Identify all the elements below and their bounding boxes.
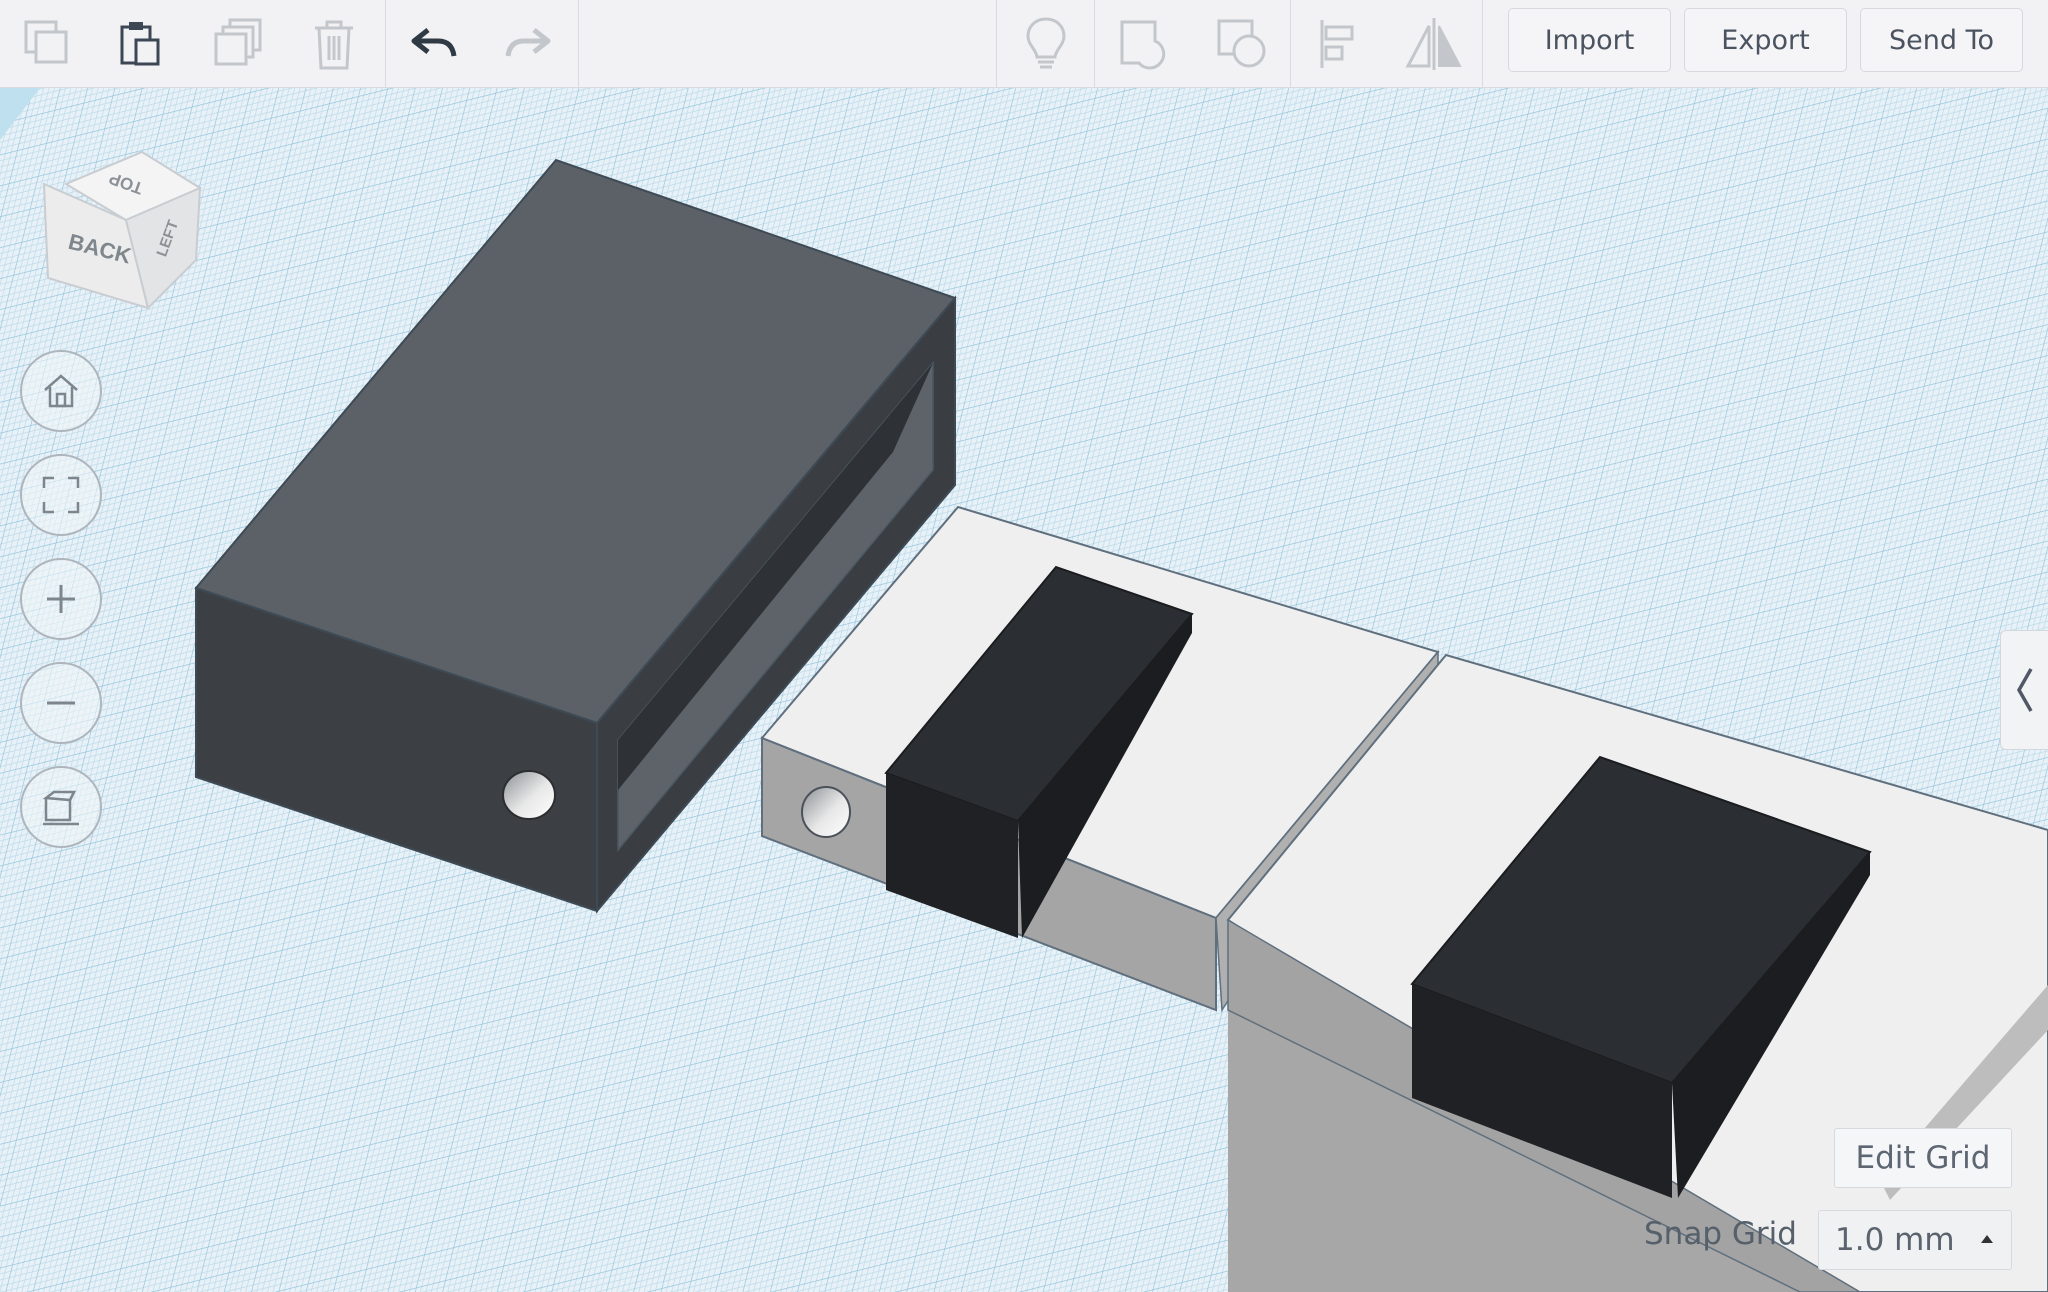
notes-button[interactable]	[1008, 6, 1084, 82]
paste-button[interactable]	[102, 6, 178, 82]
panel-toggle-button[interactable]	[2000, 630, 2048, 750]
redo-icon	[505, 28, 551, 57]
zoom-in-button[interactable]	[20, 558, 102, 640]
send-to-button[interactable]: Send To	[1860, 8, 2023, 72]
toolbar-divider	[1482, 0, 1483, 88]
toolbar-divider	[996, 0, 997, 88]
edit-grid-button[interactable]: Edit Grid	[1834, 1128, 2012, 1188]
fit-view-button[interactable]	[20, 454, 102, 536]
trash-icon	[315, 20, 353, 70]
caret-up-icon	[1981, 1235, 1993, 1243]
workplane-canvas[interactable]	[0, 88, 2048, 1292]
zoom-out-button[interactable]	[20, 662, 102, 744]
ungroup-button[interactable]	[1204, 6, 1280, 82]
toolbar-divider	[1094, 0, 1095, 88]
redo-button[interactable]	[490, 6, 566, 82]
zoom-out-icon	[47, 701, 75, 705]
fit-view-icon	[42, 476, 80, 514]
toolbar-divider	[578, 0, 579, 88]
mirror-icon	[1405, 18, 1462, 70]
undo-button[interactable]	[396, 6, 472, 82]
group-button[interactable]	[1106, 6, 1182, 82]
import-button[interactable]: Import	[1508, 8, 1671, 72]
paste-icon	[120, 22, 160, 66]
tinkercad-editor: Import Export Send To TOP BACK LEFT Edit…	[0, 0, 2048, 1292]
duplicate-icon	[214, 18, 262, 66]
snap-grid-label: Snap Grid	[1644, 1216, 1797, 1252]
undo-icon	[411, 28, 457, 57]
delete-button[interactable]	[296, 6, 372, 82]
toolbar-divider	[385, 0, 386, 88]
view-cube[interactable]: TOP BACK LEFT	[36, 140, 206, 320]
toolbar-divider	[1290, 0, 1291, 88]
zoom-in-icon	[47, 585, 75, 613]
mirror-button[interactable]	[1396, 6, 1472, 82]
export-button[interactable]: Export	[1684, 8, 1847, 72]
align-button[interactable]	[1302, 6, 1378, 82]
toolbar: Import Export Send To	[0, 0, 2048, 88]
duplicate-button[interactable]	[200, 6, 276, 82]
lightbulb-icon	[1026, 17, 1066, 69]
perspective-button[interactable]	[20, 766, 102, 848]
copy-icon	[24, 20, 68, 64]
home-icon	[44, 374, 78, 408]
chevron-left-icon	[2016, 668, 2033, 712]
group-icon	[1120, 20, 1166, 70]
snap-grid-value: 1.0 mm	[1835, 1222, 1955, 1258]
perspective-icon	[42, 790, 79, 826]
home-view-button[interactable]	[20, 350, 102, 432]
snap-grid-select[interactable]: 1.0 mm	[1818, 1210, 2012, 1270]
align-icon	[1320, 20, 1354, 68]
copy-button[interactable]	[10, 6, 86, 82]
workplane[interactable]	[0, 88, 2048, 1292]
ungroup-icon	[1217, 19, 1266, 68]
